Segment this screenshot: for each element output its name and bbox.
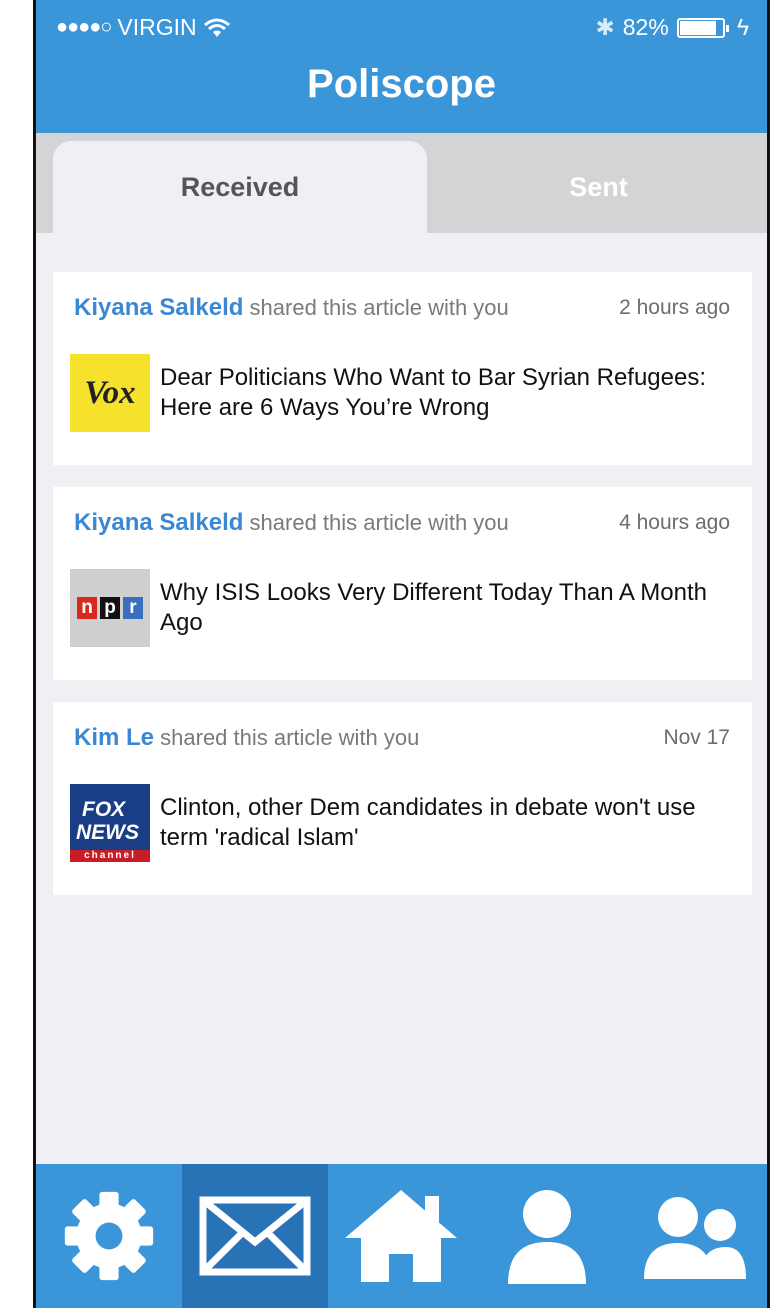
tab-received[interactable]: Received <box>53 141 427 233</box>
gear-icon <box>64 1191 154 1281</box>
phone-screen: ●●●●○ VIRGIN ✱ 82% ϟ Poliscope Received … <box>33 0 770 1308</box>
article-row[interactable]: Vox Dear Politicians Who Want to Bar Syr… <box>70 354 742 432</box>
shared-article-card[interactable]: Kim Le shared this article with you Nov … <box>53 702 752 895</box>
person-icon <box>508 1190 586 1284</box>
share-action-text: shared this article with you <box>160 725 420 750</box>
timestamp: Nov 17 <box>663 726 730 749</box>
signal-strength-icon: ●●●●○ <box>56 16 112 38</box>
bluetooth-icon: ✱ <box>595 14 615 40</box>
tab-sent[interactable]: Sent <box>427 141 767 233</box>
carrier-label: VIRGIN <box>117 14 197 40</box>
fox-news-logo: FOX NEWS channel <box>70 784 150 862</box>
share-action-text: shared this article with you <box>249 510 509 535</box>
app-header: ●●●●○ VIRGIN ✱ 82% ϟ Poliscope <box>36 0 767 133</box>
wifi-icon <box>203 18 230 37</box>
home-tab[interactable] <box>328 1164 474 1308</box>
article-headline[interactable]: Dear Politicians Who Want to Bar Syrian … <box>160 363 742 423</box>
settings-tab[interactable] <box>36 1164 182 1308</box>
people-icon <box>644 1197 746 1279</box>
profile-tab[interactable] <box>474 1164 620 1308</box>
status-bar: ●●●●○ VIRGIN ✱ 82% ϟ <box>36 10 767 46</box>
sender-name[interactable]: Kiyana Salkeld <box>74 509 243 536</box>
article-row[interactable]: FOX NEWS channel Clinton, other Dem cand… <box>70 784 742 862</box>
sender-name[interactable]: Kim Le <box>74 724 154 751</box>
vox-logo: Vox <box>70 354 150 432</box>
share-action-text: shared this article with you <box>249 295 509 320</box>
battery-icon <box>676 17 729 38</box>
bottom-tab-bar <box>36 1164 767 1308</box>
inbox-tab[interactable] <box>182 1164 328 1308</box>
article-row[interactable]: npr Why ISIS Looks Very Different Today … <box>70 569 742 647</box>
app-title: Poliscope <box>307 62 496 106</box>
timestamp: 2 hours ago <box>619 296 730 319</box>
shared-article-card[interactable]: Kiyana Salkeld shared this article with … <box>53 487 752 680</box>
timestamp: 4 hours ago <box>619 511 730 534</box>
shared-article-card[interactable]: Kiyana Salkeld shared this article with … <box>53 272 752 465</box>
article-headline[interactable]: Clinton, other Dem candidates in debate … <box>160 793 742 853</box>
segment-tabs: Received Sent <box>36 133 767 233</box>
charging-icon: ϟ <box>736 14 749 40</box>
npr-logo: npr <box>70 569 150 647</box>
battery-percent: 82% <box>622 14 669 40</box>
mail-icon <box>199 1196 311 1276</box>
sender-name[interactable]: Kiyana Salkeld <box>74 294 243 321</box>
article-headline[interactable]: Why ISIS Looks Very Different Today Than… <box>160 578 742 638</box>
home-icon <box>345 1190 457 1282</box>
groups-tab[interactable] <box>620 1164 766 1308</box>
